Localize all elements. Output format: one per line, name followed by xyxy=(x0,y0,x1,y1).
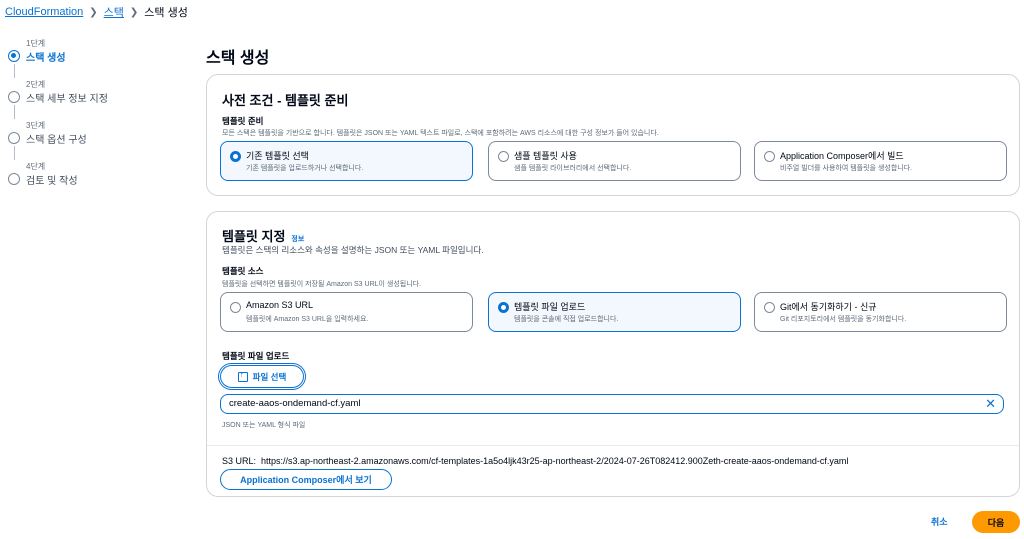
option-description: 템플릿에 Amazon S3 URL을 입력하세요. xyxy=(246,316,369,323)
step-label: 검토 및 작성 xyxy=(26,176,78,187)
step-connector xyxy=(13,64,15,78)
radio-selected-icon xyxy=(498,302,509,313)
step-label: 스택 옵션 구성 xyxy=(26,135,87,146)
step-indicator-icon xyxy=(8,91,20,103)
radio-icon xyxy=(498,151,509,162)
option-label: Amazon S3 URL xyxy=(246,300,314,310)
prepare-template-description: 모든 스택은 템플릿을 기반으로 합니다. 템플릿은 JSON 또는 YAML … xyxy=(222,130,659,137)
breadcrumb: CloudFormation ❯ 스택 ❯ 스택 생성 xyxy=(5,5,188,19)
specify-template-panel: 템플릿 지정 정보 템플릿은 스택의 리소스와 속성을 설명하는 JSON 또는… xyxy=(206,211,1020,497)
page-title: 스택 생성 xyxy=(206,50,270,67)
step-4: 4단계 검토 및 작성 xyxy=(8,161,188,202)
file-format-hint: JSON 또는 YAML 형식 파일 xyxy=(222,422,306,429)
step-3: 3단계 스택 옵션 구성 xyxy=(8,120,188,161)
view-in-composer-button[interactable]: Application Composer에서 보기 xyxy=(220,469,392,490)
step-1[interactable]: 1단계 스택 생성 xyxy=(8,38,188,79)
cancel-button[interactable]: 취소 xyxy=(931,515,948,528)
radio-icon xyxy=(764,302,775,313)
s3-url-value: https://s3.ap-northeast-2.amazonaws.com/… xyxy=(261,456,849,466)
step-indicator-icon xyxy=(8,132,20,144)
file-name: create-aaos-ondemand-cf.yaml xyxy=(229,398,361,409)
specify-template-title: 템플릿 지정 정보 xyxy=(222,226,304,245)
specify-template-heading: 템플릿 지정 xyxy=(222,229,286,244)
radio-icon xyxy=(764,151,775,162)
option-description: 템플릿을 콘솔에 직접 업로드합니다. xyxy=(514,316,619,323)
option-application-composer[interactable]: Application Composer에서 빌드 비주얼 빌더를 사용하여 템… xyxy=(754,141,1007,181)
upload-template-label: 템플릿 파일 업로드 xyxy=(222,351,290,361)
breadcrumb-stacks[interactable]: 스택 xyxy=(104,4,124,20)
chevron-right-icon: ❯ xyxy=(129,6,139,18)
step-number: 1단계 xyxy=(26,39,46,48)
option-label: 템플릿 파일 업로드 xyxy=(514,302,586,312)
option-label: Git에서 동기화하기 - 신규 xyxy=(780,302,877,312)
option-label: 샘플 템플릿 사용 xyxy=(514,151,577,161)
prerequisite-title: 사전 조건 - 템플릿 준비 xyxy=(222,93,349,108)
option-label: 기존 템플릿 선택 xyxy=(246,151,309,161)
step-number: 2단계 xyxy=(26,80,46,89)
step-indicator-icon xyxy=(8,50,20,62)
option-description: 기존 템플릿을 업로드하거나 선택합니다. xyxy=(246,165,364,172)
option-label: Application Composer에서 빌드 xyxy=(780,151,904,161)
s3-url-row: S3 URL: https://s3.ap-northeast-2.amazona… xyxy=(222,456,848,466)
option-existing-template[interactable]: 기존 템플릿 선택 기존 템플릿을 업로드하거나 선택합니다. xyxy=(220,141,473,181)
step-2: 2단계 스택 세부 정보 지정 xyxy=(8,79,188,120)
option-description: Git 리포지토리에서 템플릿을 동기화합니다. xyxy=(780,316,907,323)
wizard-steps: 1단계 스택 생성 2단계 스택 세부 정보 지정 3단계 스택 옵션 구성 4… xyxy=(8,38,188,202)
upload-icon xyxy=(237,370,248,382)
choose-file-button[interactable]: 파일 선택 xyxy=(218,363,306,390)
s3-url-label: S3 URL: xyxy=(222,456,257,466)
breadcrumb-current: 스택 생성 xyxy=(144,7,188,19)
source-git-sync[interactable]: Git에서 동기화하기 - 신규 Git 리포지토리에서 템플릿을 동기화합니다… xyxy=(754,292,1007,332)
chevron-right-icon: ❯ xyxy=(89,6,98,18)
source-upload-file[interactable]: 템플릿 파일 업로드 템플릿을 콘솔에 직접 업로드합니다. xyxy=(488,292,741,332)
choose-file-label: 파일 선택 xyxy=(252,371,287,382)
specify-template-description: 템플릿은 스택의 리소스와 속성을 설명하는 JSON 또는 YAML 파일입니… xyxy=(222,245,484,255)
option-description: 샘플 템플릿 라이브러리에서 선택합니다. xyxy=(514,165,632,172)
step-label: 스택 세부 정보 지정 xyxy=(26,94,108,105)
option-description: 비주얼 빌더를 사용하여 템플릿을 생성합니다. xyxy=(780,165,913,172)
template-source-label: 템플릿 소스 xyxy=(222,266,264,276)
step-number: 3단계 xyxy=(26,121,46,130)
info-link[interactable]: 정보 xyxy=(291,234,304,244)
step-number: 4단계 xyxy=(26,162,46,171)
selected-file-field[interactable]: create-aaos-ondemand-cf.yaml ✕ xyxy=(220,394,1004,414)
divider xyxy=(207,445,1019,446)
option-sample-template[interactable]: 샘플 템플릿 사용 샘플 템플릿 라이브러리에서 선택합니다. xyxy=(488,141,741,181)
radio-selected-icon xyxy=(230,151,241,162)
close-icon[interactable]: ✕ xyxy=(985,396,996,411)
step-label: 스택 생성 xyxy=(26,53,66,64)
breadcrumb-cloudformation[interactable]: CloudFormation xyxy=(5,6,83,18)
prerequisite-panel: 사전 조건 - 템플릿 준비 템플릿 준비 모든 스택은 템플릿을 기반으로 합… xyxy=(206,74,1020,196)
step-connector xyxy=(13,146,15,160)
prepare-template-label: 템플릿 준비 xyxy=(222,116,264,126)
step-indicator-icon xyxy=(8,173,20,185)
next-button[interactable]: 다음 xyxy=(972,511,1020,533)
step-connector xyxy=(13,105,15,119)
radio-icon xyxy=(230,302,241,313)
source-amazon-s3-url[interactable]: Amazon S3 URL 템플릿에 Amazon S3 URL을 입력하세요. xyxy=(220,292,473,332)
template-source-description: 템플릿을 선택하면 템플릿이 저장될 Amazon S3 URL이 생성됩니다. xyxy=(222,281,422,288)
